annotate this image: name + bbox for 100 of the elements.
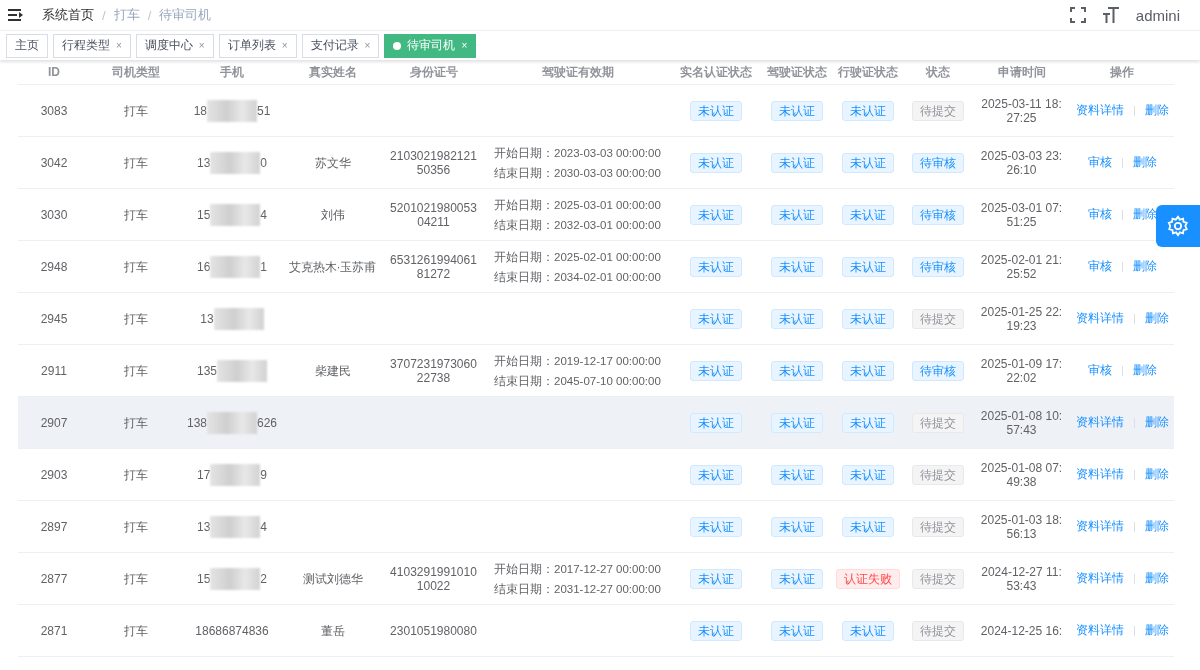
- status-tag: 未认证: [842, 100, 894, 121]
- tab[interactable]: 调度中心 ×: [135, 33, 214, 58]
- user-name[interactable]: admini: [1135, 6, 1180, 24]
- breadcrumb-item[interactable]: 打车: [113, 6, 140, 24]
- table-cell-text: 2907: [39, 414, 69, 432]
- apply-time-text: 2025-01-03 18:: [980, 512, 1063, 527]
- action-link[interactable]: 资料详情: [1075, 102, 1124, 119]
- redaction-blur: [210, 255, 261, 278]
- breadcrumb-item[interactable]: 系统首页: [42, 6, 94, 24]
- fullscreen-icon[interactable]: [1069, 7, 1086, 23]
- action-link[interactable]: 删除: [1144, 102, 1169, 119]
- status-tag: 未认证: [770, 152, 823, 173]
- table-cell-text: 测试刘德华: [302, 570, 363, 588]
- status-tag: 未认证: [770, 620, 823, 641]
- apply-time-text: 19:23: [1006, 318, 1037, 333]
- phone-text: 13: [196, 154, 211, 172]
- status-tag: 未认证: [690, 308, 742, 329]
- phone-text: 4: [260, 206, 267, 224]
- action-link[interactable]: 资料详情: [1075, 466, 1124, 483]
- action-link[interactable]: 资料详情: [1075, 622, 1124, 639]
- status-tag: 未认证: [842, 256, 894, 277]
- action-link[interactable]: 删除: [1144, 466, 1169, 483]
- settings-button[interactable]: [1156, 205, 1200, 247]
- phone-text: 17: [196, 466, 211, 484]
- phone-text: 0: [260, 154, 267, 172]
- close-icon[interactable]: ×: [116, 40, 122, 51]
- table-cell-text: 苏文华: [314, 154, 351, 172]
- apply-time-text: 53:43: [1006, 578, 1037, 593]
- action-link[interactable]: 删除: [1132, 258, 1157, 275]
- table-cell-text: 2911: [40, 362, 68, 380]
- tab[interactable]: 订单列表 ×: [218, 33, 297, 58]
- phone-text: 15: [196, 206, 211, 224]
- id-number-text: 10022: [416, 578, 451, 593]
- column-header: 实名认证状态: [679, 63, 753, 81]
- id-number-text: 2301051980080: [390, 623, 477, 638]
- status-tag: 待审核: [912, 256, 964, 277]
- action-link[interactable]: 删除: [1132, 362, 1157, 379]
- active-dot-icon: [393, 41, 402, 50]
- action-link[interactable]: 资料详情: [1075, 414, 1124, 431]
- table-cell-text: 2897: [39, 518, 69, 536]
- tab[interactable]: 支付记录 ×: [301, 33, 380, 58]
- action-link[interactable]: 删除: [1144, 570, 1169, 587]
- column-header: 司机类型: [111, 63, 161, 81]
- action-link[interactable]: 审核: [1087, 206, 1112, 223]
- validity-date: 结束日期：2030-03-03 00:00:00: [494, 165, 661, 181]
- text-size-icon[interactable]: [1101, 6, 1120, 24]
- redaction-blur: [210, 463, 261, 486]
- id-number-text: 4103291991010: [390, 564, 477, 579]
- validity-date: 开始日期：2017-12-27 00:00:00: [494, 561, 661, 577]
- action-link[interactable]: 资料详情: [1075, 570, 1124, 587]
- apply-time-text: 2025-03-01 07:: [980, 200, 1063, 215]
- status-tag: 待提交: [912, 308, 964, 329]
- action-link[interactable]: 资料详情: [1075, 310, 1124, 327]
- status-tag: 未认证: [842, 620, 894, 641]
- table-cell-text: 柴建民: [314, 362, 351, 380]
- action-link[interactable]: 删除: [1144, 622, 1169, 639]
- breadcrumb-item[interactable]: 待审司机: [159, 6, 212, 24]
- action-link[interactable]: 审核: [1087, 258, 1112, 275]
- redaction-blur: [210, 151, 261, 174]
- status-tag: 待提交: [912, 100, 964, 121]
- close-icon[interactable]: ×: [364, 40, 371, 51]
- table-cell-text: 3083: [39, 102, 69, 120]
- status-tag: 待审核: [912, 204, 964, 225]
- table-cell-text: 打车: [123, 102, 149, 120]
- tab[interactable]: 行程类型 ×: [53, 33, 131, 58]
- action-link[interactable]: 删除: [1132, 206, 1157, 223]
- close-icon[interactable]: ×: [281, 40, 288, 51]
- close-icon[interactable]: ×: [461, 40, 468, 51]
- apply-time-text: 26:10: [1006, 162, 1037, 177]
- status-tag: 未认证: [770, 308, 823, 329]
- apply-time-text: 57:43: [1006, 422, 1037, 437]
- table-cell-text: 打车: [123, 622, 149, 640]
- action-link[interactable]: 删除: [1144, 310, 1169, 327]
- status-tag: 待审核: [912, 152, 964, 173]
- table-cell-text: 打车: [123, 466, 149, 484]
- id-number-text: 22738: [416, 370, 451, 385]
- phone-text: 1: [260, 258, 267, 276]
- column-header: 操作: [1109, 63, 1135, 81]
- table-cell-text: 打车: [123, 310, 149, 328]
- status-tag: 未认证: [690, 620, 742, 641]
- apply-time-text: 51:25: [1006, 214, 1037, 229]
- tab[interactable]: 主页: [6, 33, 48, 58]
- action-link[interactable]: 审核: [1087, 362, 1112, 379]
- status-tag: 未认证: [770, 204, 823, 225]
- action-link[interactable]: 删除: [1132, 154, 1157, 171]
- close-icon[interactable]: ×: [198, 40, 205, 51]
- action-link[interactable]: 删除: [1144, 414, 1169, 431]
- action-link[interactable]: 审核: [1087, 154, 1112, 171]
- action-link[interactable]: 资料详情: [1075, 518, 1124, 535]
- status-tag: 未认证: [842, 152, 894, 173]
- status-tag: 未认证: [690, 516, 742, 537]
- id-number-text: 6531261994061: [390, 252, 477, 267]
- table-cell-text: 2945: [39, 310, 69, 328]
- table-cell-text: 3030: [39, 206, 69, 224]
- status-tag: 未认证: [770, 100, 823, 121]
- action-link[interactable]: 删除: [1144, 518, 1169, 535]
- status-tag: 未认证: [770, 568, 823, 589]
- status-tag: 认证失败: [836, 568, 900, 589]
- tab[interactable]: 待审司机 ×: [384, 33, 477, 58]
- menu-icon[interactable]: [8, 8, 24, 22]
